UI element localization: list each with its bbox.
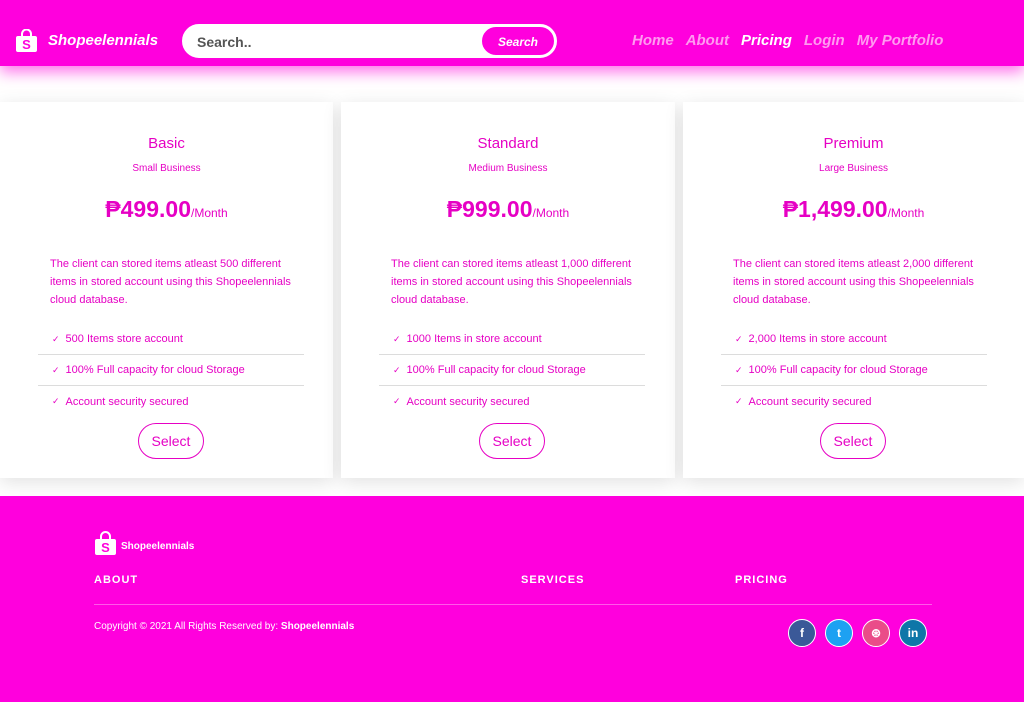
copyright-brand-link[interactable]: Shopeelennials [281,621,354,632]
price-period: /Month [532,206,570,220]
feature-item: ✓ 100% Full capacity for cloud Storage [38,355,304,386]
nav-pricing[interactable]: Pricing [741,32,792,50]
feature-text: 100% Full capacity for cloud Storage [65,364,245,376]
svg-text:S: S [22,37,31,52]
nav-about[interactable]: About [686,32,729,50]
feature-item: ✓ 2,000 Items in store account [721,324,987,355]
social-links: f t ⊛ in [788,619,936,647]
feature-list: ✓ 2,000 Items in store account ✓ 100% Full… [721,324,987,417]
search-input[interactable] [197,33,477,51]
copyright-text: Copyright © 2021 All Rights Reserved by:… [94,621,354,632]
plan-title: Basic [148,135,185,152]
pricing-section: Basic Small Business ₱499.00/Month The c… [0,102,1024,478]
check-icon: ✓ [735,396,743,406]
pricing-card-basic: Basic Small Business ₱499.00/Month The c… [0,102,333,478]
feature-item: ✓ Account security secured [721,386,987,417]
footer-brand-link[interactable]: S Shopeelennials [94,531,194,561]
plan-subtitle: Medium Business [468,163,548,174]
plan-price: ₱999.00/Month [341,196,675,223]
footer: S Shopeelennials ABOUT SERVICES PRICING … [0,496,1024,702]
plan-description: The client can stored items atleast 500 … [50,258,291,306]
top-navbar: S Shopeelennials Search Home About Prici… [0,0,1024,66]
feature-item: ✓ 500 Items store account [38,324,304,355]
footer-brand-name: Shopeelennials [121,540,195,552]
footer-divider [94,604,932,605]
feature-text: 100% Full capacity for cloud Storage [748,364,928,376]
facebook-icon[interactable]: f [788,619,816,647]
feature-text: 1000 Items in store account [406,333,542,345]
search-bar: Search [182,24,557,58]
footer-services-link[interactable]: SERVICES [521,574,584,586]
price-period: /Month [887,206,925,220]
feature-item: ✓ 1000 Items in store account [379,324,645,355]
feature-text: 2,000 Items in store account [748,333,887,345]
feature-item: ✓ Account security secured [379,386,645,417]
shopping-bag-icon: S [94,531,117,561]
plan-subtitle: Large Business [819,163,888,174]
pricing-card-premium: Premium Large Business ₱1,499.00/Month T… [683,102,1024,478]
brand-name: Shopeelennials [48,32,159,49]
plan-subtitle: Small Business [132,163,201,174]
svg-text:S: S [101,540,110,555]
nav-my-portfolio[interactable]: My Portfolio [857,32,944,50]
feature-text: Account security secured [65,395,189,408]
feature-item: ✓ 100% Full capacity for cloud Storage [379,355,645,386]
plan-price: ₱499.00/Month [0,196,333,223]
plan-title: Premium [823,135,884,152]
select-premium-button[interactable]: Select [820,423,886,459]
plan-price: ₱1,499.00/Month [683,196,1024,223]
select-standard-button[interactable]: Select [479,423,545,459]
nav-login[interactable]: Login [804,32,845,50]
check-icon: ✓ [393,333,401,344]
plan-description: The client can stored items atleast 2,00… [733,258,974,306]
linkedin-icon[interactable]: in [899,619,927,647]
check-icon: ✓ [52,333,60,344]
search-button[interactable]: Search [481,26,555,56]
shopping-bag-icon: S [15,28,38,53]
nav-home[interactable]: Home [632,32,674,50]
price-amount: ₱499.00 [105,196,191,222]
feature-item: ✓ Account security secured [38,386,304,417]
plan-title: Standard [477,135,539,152]
footer-about-link[interactable]: ABOUT [94,574,138,586]
main-nav: Home About Pricing Login My Portfolio [632,32,955,50]
check-icon: ✓ [393,396,401,406]
feature-text: Account security secured [406,395,530,408]
copyright-prefix: Copyright © 2021 All Rights Reserved by: [94,621,279,632]
feature-text: 500 Items store account [65,333,183,345]
twitter-icon[interactable]: t [825,619,853,647]
check-icon: ✓ [735,364,743,375]
price-amount: ₱1,499.00 [782,196,888,222]
pricing-card-standard: Standard Medium Business ₱999.00/Month T… [341,102,675,478]
check-icon: ✓ [52,396,60,406]
check-icon: ✓ [735,333,743,344]
feature-text: 100% Full capacity for cloud Storage [406,364,586,376]
dribbble-icon[interactable]: ⊛ [862,619,890,647]
select-basic-button[interactable]: Select [138,423,204,459]
footer-pricing-link[interactable]: PRICING [735,574,788,586]
plan-description: The client can stored items atleast 1,00… [391,258,632,306]
brand-logo-link[interactable]: S Shopeelennials [15,28,159,53]
feature-text: Account security secured [748,395,872,408]
feature-list: ✓ 1000 Items in store account ✓ 100% Full … [379,324,645,417]
check-icon: ✓ [52,364,60,375]
feature-item: ✓ 100% Full capacity for cloud Storage [721,355,987,386]
feature-list: ✓ 500 Items store account ✓ 100% Full capa… [38,324,304,417]
price-amount: ₱999.00 [446,196,533,222]
check-icon: ✓ [393,364,401,375]
price-period: /Month [191,206,228,220]
